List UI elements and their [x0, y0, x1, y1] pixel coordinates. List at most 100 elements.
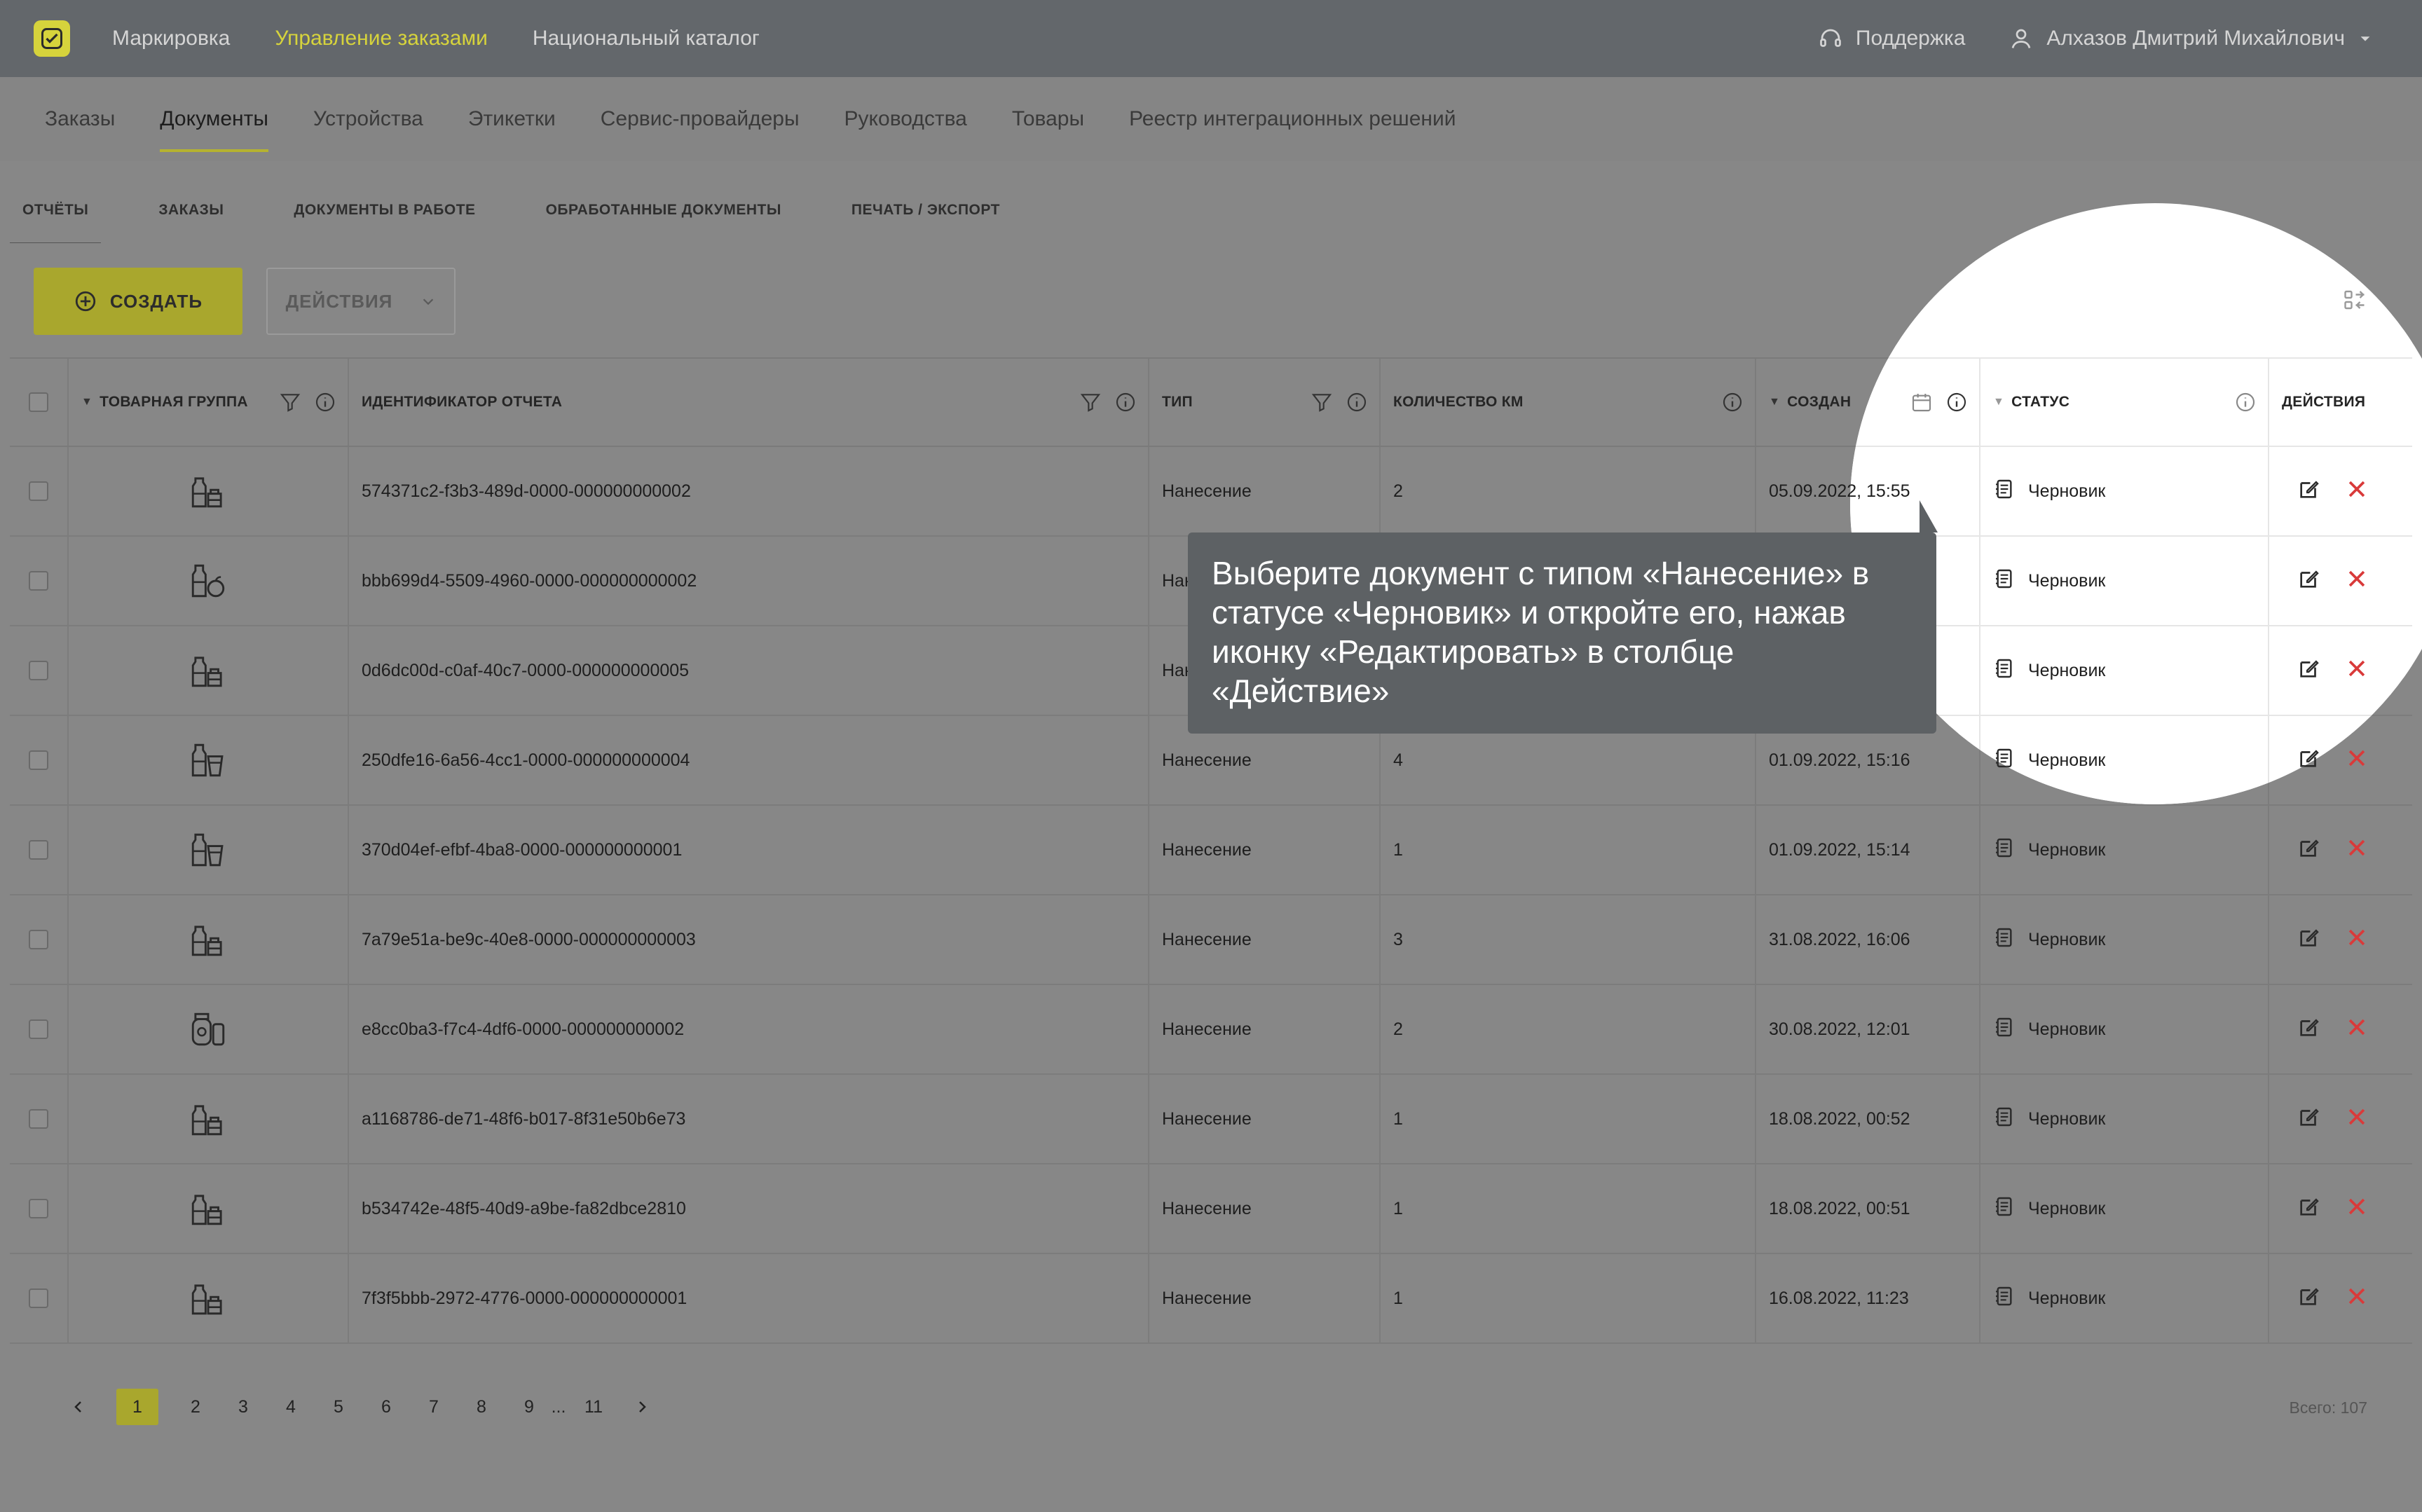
- row-checkbox[interactable]: [29, 481, 48, 501]
- row-checkbox[interactable]: [29, 1288, 48, 1308]
- table-row[interactable]: 7f3f5bbb-2972-4776-0000-000000000001 Нане…: [10, 1254, 2412, 1344]
- row-select[interactable]: [10, 1075, 69, 1163]
- section-nav-manuals[interactable]: Руководства: [844, 107, 967, 131]
- row-checkbox[interactable]: [29, 1109, 48, 1129]
- header-actions-label: ДЕЙСТВИЯ: [2282, 394, 2366, 410]
- info-icon[interactable]: [1114, 391, 1137, 413]
- row-checkbox[interactable]: [29, 930, 48, 949]
- info-icon[interactable]: [314, 391, 336, 413]
- table-row[interactable]: e8cc0ba3-f7c4-4df6-0000-000000000002 Нане…: [10, 985, 2412, 1075]
- page-link[interactable]: 9: [519, 1397, 540, 1417]
- table-row[interactable]: a1168786-de71-48f6-b017-8f31e50b6e73 Нане…: [10, 1075, 2412, 1164]
- section-nav-orders[interactable]: Заказы: [45, 107, 115, 131]
- row-select[interactable]: [10, 626, 69, 715]
- row-select[interactable]: [10, 537, 69, 625]
- filter-icon[interactable]: [1311, 391, 1333, 413]
- delete-icon[interactable]: [2345, 1015, 2369, 1044]
- row-select[interactable]: [10, 985, 69, 1073]
- edit-icon[interactable]: [2297, 836, 2321, 865]
- delete-icon[interactable]: [2345, 657, 2369, 685]
- delete-icon[interactable]: [2345, 477, 2369, 506]
- delete-icon[interactable]: [2345, 1284, 2369, 1313]
- sort-arrow-icon[interactable]: ▼: [1993, 396, 2004, 408]
- top-nav-item-marking[interactable]: Маркировка: [112, 27, 230, 50]
- page-link[interactable]: 5: [328, 1397, 349, 1417]
- page-link[interactable]: 8: [471, 1397, 492, 1417]
- table-row[interactable]: b534742e-48f5-40d9-a9be-fa82dbce2810 Нане…: [10, 1164, 2412, 1254]
- edit-icon[interactable]: [2297, 1284, 2321, 1313]
- tab-reports[interactable]: ОТЧЁТЫ: [10, 189, 102, 245]
- row-checkbox[interactable]: [29, 1019, 48, 1039]
- edit-icon[interactable]: [2297, 1015, 2321, 1044]
- info-icon[interactable]: [1346, 391, 1368, 413]
- filter-icon[interactable]: [1079, 391, 1102, 413]
- sort-arrow-icon[interactable]: ▼: [81, 396, 93, 408]
- info-icon[interactable]: [2234, 391, 2257, 413]
- section-nav-labels[interactable]: Этикетки: [468, 107, 556, 131]
- row-select[interactable]: [10, 447, 69, 535]
- page-link[interactable]: 6: [376, 1397, 397, 1417]
- edit-icon[interactable]: [2297, 1195, 2321, 1223]
- row-select[interactable]: [10, 1164, 69, 1253]
- delete-icon[interactable]: [2345, 1195, 2369, 1223]
- edit-icon[interactable]: [2297, 477, 2321, 506]
- create-button[interactable]: СОЗДАТЬ: [34, 268, 242, 335]
- report-status: Черновик: [1980, 537, 2269, 625]
- tab-documents-in-work[interactable]: ДОКУМЕНТЫ В РАБОТЕ: [281, 189, 488, 245]
- edit-icon[interactable]: [2297, 1105, 2321, 1134]
- edit-icon[interactable]: [2297, 657, 2321, 685]
- header-created: ▼ СОЗДАН: [1850, 359, 1980, 446]
- table-row[interactable]: 7a79e51a-be9c-40e8-0000-000000000003 Нане…: [10, 895, 2412, 985]
- tab-print-export[interactable]: ПЕЧАТЬ / ЭКСПОРТ: [839, 189, 1013, 245]
- sort-arrow-icon[interactable]: ▼: [1769, 396, 1780, 408]
- info-icon[interactable]: [1945, 391, 1968, 413]
- calendar-icon[interactable]: [1910, 391, 1933, 413]
- page-link[interactable]: 11: [583, 1397, 604, 1417]
- top-nav-item-orders-management[interactable]: Управление заказами: [275, 27, 488, 50]
- header-select-all[interactable]: [10, 359, 69, 446]
- delete-icon[interactable]: [2345, 836, 2369, 865]
- row-checkbox[interactable]: [29, 840, 48, 860]
- top-nav-item-national-catalog[interactable]: Национальный каталог: [533, 27, 760, 50]
- user-menu[interactable]: Алхазов Дмитрий Михайлович: [2009, 26, 2373, 51]
- chevron-left-icon[interactable]: [70, 1398, 87, 1415]
- section-nav-documents[interactable]: Документы: [160, 107, 268, 152]
- page-link[interactable]: 4: [280, 1397, 301, 1417]
- tab-orders[interactable]: ЗАКАЗЫ: [146, 189, 236, 245]
- row-select[interactable]: [10, 716, 69, 804]
- row-checkbox[interactable]: [29, 1199, 48, 1218]
- row-select[interactable]: [10, 1254, 69, 1342]
- page-link[interactable]: 2: [185, 1397, 206, 1417]
- delete-icon[interactable]: [2345, 746, 2369, 775]
- report-id: 250dfe16-6a56-4cc1-0000-000000000004: [349, 716, 1149, 804]
- section-nav-service-providers[interactable]: Сервис-провайдеры: [601, 107, 800, 131]
- delete-icon[interactable]: [2345, 926, 2369, 954]
- row-select[interactable]: [10, 895, 69, 984]
- delete-icon[interactable]: [2345, 567, 2369, 596]
- row-checkbox[interactable]: [29, 750, 48, 770]
- edit-icon[interactable]: [2297, 567, 2321, 596]
- page-link[interactable]: 7: [423, 1397, 444, 1417]
- tab-processed-documents[interactable]: ОБРАБОТАННЫЕ ДОКУМЕНТЫ: [533, 189, 794, 245]
- edit-icon[interactable]: [2297, 926, 2321, 954]
- chevron-down-icon: [423, 298, 434, 305]
- section-nav-goods[interactable]: Товары: [1012, 107, 1084, 131]
- column-settings-icon[interactable]: [2342, 287, 2367, 316]
- row-select[interactable]: [10, 806, 69, 894]
- row-checkbox[interactable]: [29, 661, 48, 680]
- delete-icon[interactable]: [2345, 1105, 2369, 1134]
- app-logo[interactable]: [34, 20, 70, 57]
- chevron-right-icon[interactable]: [634, 1398, 650, 1415]
- select-all-checkbox[interactable]: [29, 392, 48, 412]
- info-icon[interactable]: [1721, 391, 1744, 413]
- actions-dropdown[interactable]: ДЕЙСТВИЯ: [266, 268, 456, 335]
- filter-icon[interactable]: [279, 391, 301, 413]
- page-link[interactable]: 3: [233, 1397, 254, 1417]
- section-nav-devices[interactable]: Устройства: [313, 107, 423, 131]
- support-link[interactable]: Поддержка: [1818, 26, 1965, 51]
- table-row[interactable]: 370d04ef-efbf-4ba8-0000-000000000001 Нане…: [10, 806, 2412, 895]
- section-nav-integration-registry[interactable]: Реестр интеграционных решений: [1129, 107, 1456, 131]
- edit-icon[interactable]: [2297, 746, 2321, 775]
- row-checkbox[interactable]: [29, 571, 48, 591]
- page-link[interactable]: 1: [116, 1389, 158, 1425]
